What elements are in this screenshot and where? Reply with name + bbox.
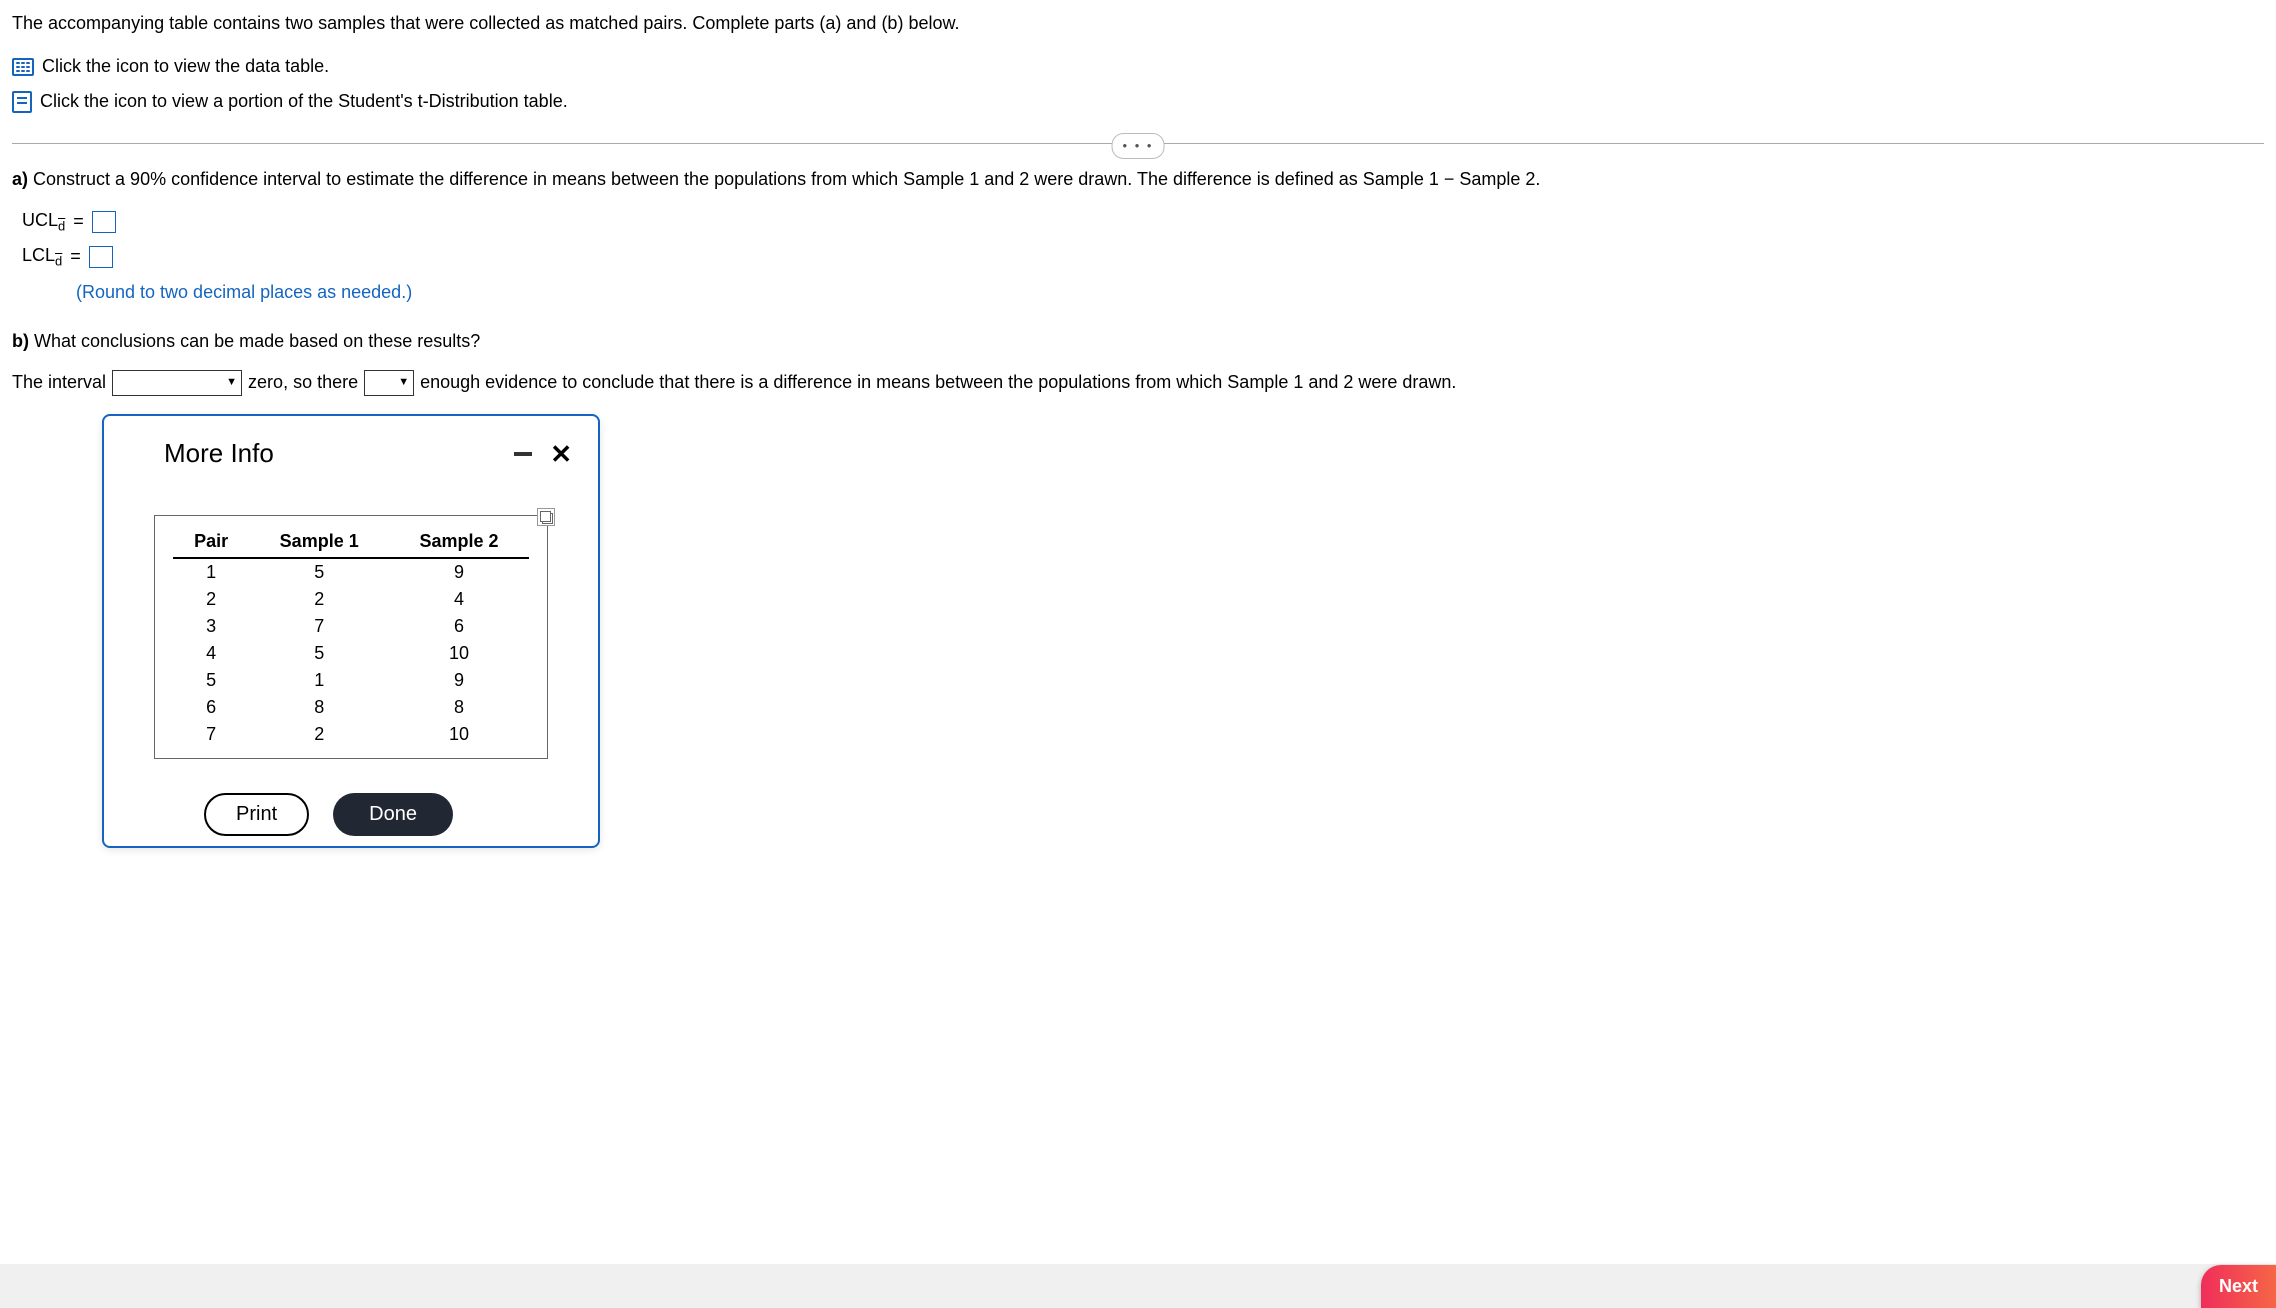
table-cell: 2 bbox=[249, 586, 389, 613]
table-cell: 5 bbox=[249, 640, 389, 667]
part-b-text: What conclusions can be made based on th… bbox=[29, 331, 480, 351]
equals-sign: = bbox=[73, 208, 84, 235]
table-row: 159 bbox=[173, 558, 529, 586]
table-cell: 1 bbox=[173, 558, 249, 586]
table-cell: 8 bbox=[249, 694, 389, 721]
equals-sign: = bbox=[70, 243, 81, 270]
table-cell: 9 bbox=[389, 667, 529, 694]
table-cell: 10 bbox=[389, 640, 529, 667]
table-row: 376 bbox=[173, 613, 529, 640]
table-cell: 5 bbox=[173, 667, 249, 694]
table-cell: 9 bbox=[389, 558, 529, 586]
part-b-label: b) bbox=[12, 331, 29, 351]
conclusion-row: The interval ▼ zero, so there ▼ enough e… bbox=[12, 369, 2264, 396]
data-table-container: Pair Sample 1 Sample 2 15922437645105196… bbox=[154, 515, 548, 759]
table-cell: 6 bbox=[389, 613, 529, 640]
ucl-label: UCLd bbox=[22, 207, 65, 236]
modal-controls: ✕ bbox=[514, 441, 572, 467]
section-divider: • • • bbox=[12, 143, 2264, 144]
table-row: 224 bbox=[173, 586, 529, 613]
header-pair: Pair bbox=[173, 526, 249, 558]
conclusion-post: enough evidence to conclude that there i… bbox=[420, 369, 1456, 396]
modal-title: More Info bbox=[164, 434, 274, 473]
part-a-text: Construct a 90% confidence interval to e… bbox=[28, 169, 1540, 189]
table-cell: 8 bbox=[389, 694, 529, 721]
modal-body: Pair Sample 1 Sample 2 15922437645105196… bbox=[104, 479, 598, 783]
close-icon[interactable]: ✕ bbox=[550, 441, 572, 467]
table-row: 7210 bbox=[173, 721, 529, 748]
table-cell: 2 bbox=[249, 721, 389, 748]
table-cell: 6 bbox=[173, 694, 249, 721]
table-cell: 5 bbox=[249, 558, 389, 586]
print-button[interactable]: Print bbox=[204, 793, 309, 836]
part-a: a) Construct a 90% confidence interval t… bbox=[12, 166, 2264, 193]
table-cell: 1 bbox=[249, 667, 389, 694]
part-a-label: a) bbox=[12, 169, 28, 189]
lcl-row: LCLd = bbox=[22, 242, 2264, 271]
done-button[interactable]: Done bbox=[333, 793, 453, 836]
interval-dropdown[interactable]: ▼ bbox=[112, 370, 242, 396]
rounding-hint: (Round to two decimal places as needed.) bbox=[76, 279, 2264, 306]
modal-footer: Print Done bbox=[104, 783, 598, 846]
table-cell: 10 bbox=[389, 721, 529, 748]
data-table-link-row[interactable]: Click the icon to view the data table. bbox=[12, 53, 2264, 80]
table-cell: 4 bbox=[389, 586, 529, 613]
table-cell: 7 bbox=[173, 721, 249, 748]
more-info-modal: More Info ✕ Pair Sample 1 Sample 2 15922… bbox=[102, 414, 600, 848]
lcl-input[interactable] bbox=[89, 246, 113, 268]
table-cell: 3 bbox=[173, 613, 249, 640]
ucl-row: UCLd = bbox=[22, 207, 2264, 236]
table-row: 519 bbox=[173, 667, 529, 694]
ucl-input[interactable] bbox=[92, 211, 116, 233]
table-cell: 4 bbox=[173, 640, 249, 667]
document-icon bbox=[12, 91, 32, 113]
tdist-link-row[interactable]: Click the icon to view a portion of the … bbox=[12, 88, 2264, 115]
next-button[interactable]: Next bbox=[2201, 1265, 2276, 1308]
header-sample1: Sample 1 bbox=[249, 526, 389, 558]
evidence-dropdown[interactable]: ▼ bbox=[364, 370, 414, 396]
intro-text: The accompanying table contains two samp… bbox=[12, 10, 2264, 37]
table-cell: 2 bbox=[173, 586, 249, 613]
table-icon bbox=[12, 58, 34, 76]
header-sample2: Sample 2 bbox=[389, 526, 529, 558]
data-table-link-text: Click the icon to view the data table. bbox=[42, 53, 329, 80]
table-cell: 7 bbox=[249, 613, 389, 640]
chevron-down-icon: ▼ bbox=[398, 374, 409, 391]
table-row: 688 bbox=[173, 694, 529, 721]
modal-header: More Info ✕ bbox=[104, 416, 598, 479]
footer-bar bbox=[0, 1264, 2276, 1308]
conclusion-pre: The interval bbox=[12, 369, 106, 396]
copy-icon[interactable] bbox=[537, 508, 555, 526]
chevron-down-icon: ▼ bbox=[226, 374, 237, 391]
tdist-link-text: Click the icon to view a portion of the … bbox=[40, 88, 568, 115]
conclusion-mid: zero, so there bbox=[248, 369, 358, 396]
table-header-row: Pair Sample 1 Sample 2 bbox=[173, 526, 529, 558]
expand-dots-button[interactable]: • • • bbox=[1112, 133, 1165, 159]
minimize-icon[interactable] bbox=[514, 452, 532, 456]
table-row: 4510 bbox=[173, 640, 529, 667]
data-table: Pair Sample 1 Sample 2 15922437645105196… bbox=[173, 526, 529, 748]
part-b: b) What conclusions can be made based on… bbox=[12, 328, 2264, 355]
lcl-label: LCLd bbox=[22, 242, 62, 271]
